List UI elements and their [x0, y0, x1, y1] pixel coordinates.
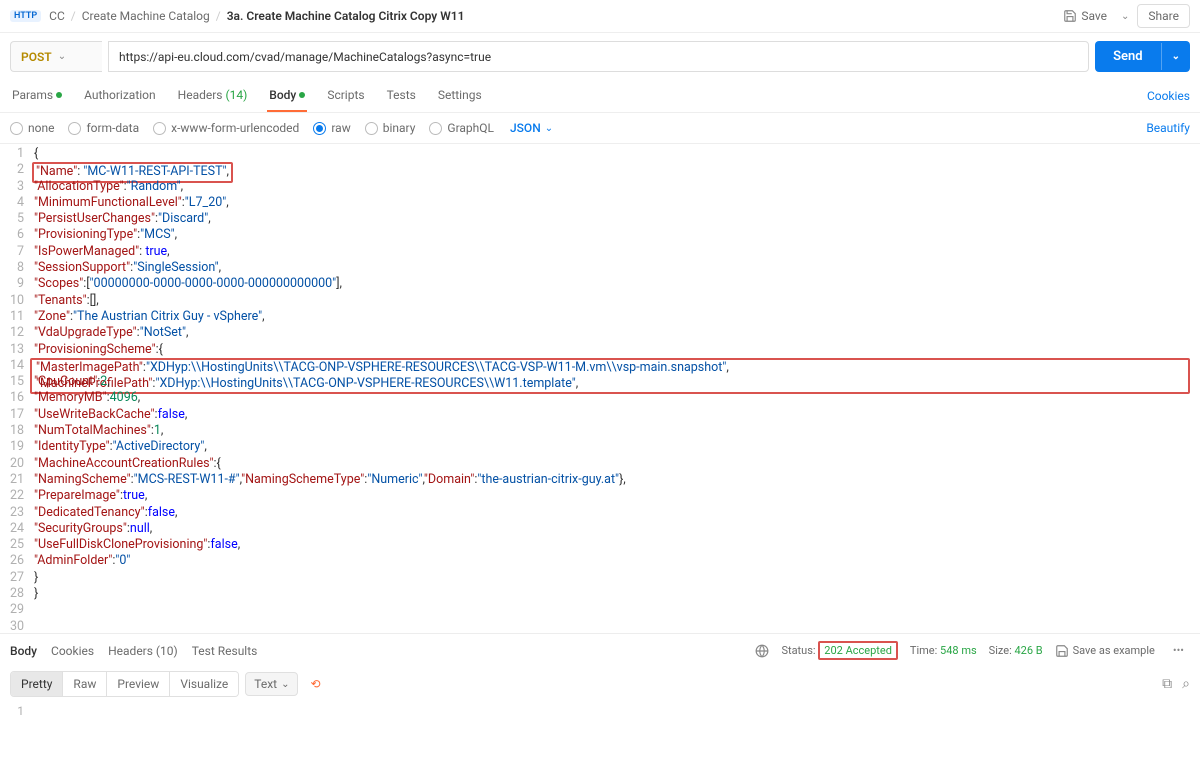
time-label: Time: 548 ms: [910, 644, 977, 657]
globe-icon[interactable]: [755, 644, 769, 658]
crumb-current: 3a. Create Machine Catalog Citrix Copy W…: [227, 9, 465, 23]
response-tabs: Body Cookies Headers (10) Test Results S…: [0, 634, 1200, 667]
resp-tab-body[interactable]: Body: [10, 644, 37, 658]
tab-settings[interactable]: Settings: [436, 80, 484, 112]
radio-none[interactable]: none: [10, 121, 54, 135]
save-button[interactable]: Save: [1057, 5, 1113, 27]
view-raw[interactable]: Raw: [63, 672, 107, 696]
chevron-down-icon: ⌄: [58, 51, 66, 62]
radio-raw[interactable]: raw: [313, 121, 350, 135]
search-icon[interactable]: ⌕: [1182, 676, 1190, 692]
tab-params[interactable]: Params: [10, 80, 64, 112]
request-tabs: Params Authorization Headers (14) Body S…: [0, 80, 1200, 113]
crumb-folder[interactable]: Create Machine Catalog: [82, 9, 210, 23]
more-icon[interactable]: •••: [1167, 640, 1190, 661]
chevron-down-icon: ⌄: [545, 123, 553, 134]
resp-code[interactable]: [34, 703, 1200, 719]
resp-tab-test-results[interactable]: Test Results: [192, 644, 258, 658]
response-toolbar: Pretty Raw Preview Visualize Text⌄ ⟲ ⧉ ⌕: [0, 667, 1200, 701]
editor-code[interactable]: { "Name": "MC-W11-REST-API-TEST", "Alloc…: [34, 146, 1200, 625]
wrap-icon[interactable]: ⟲: [304, 673, 326, 695]
status-value: 202 Accepted: [818, 641, 898, 660]
crumb-sep: /: [71, 9, 76, 23]
http-method-select[interactable]: POST ⌄: [10, 41, 102, 72]
dot-icon: [299, 92, 305, 98]
radio-graphql[interactable]: GraphQL: [429, 121, 494, 135]
tab-scripts[interactable]: Scripts: [325, 80, 366, 112]
url-input[interactable]: [108, 41, 1089, 72]
beautify-link[interactable]: Beautify: [1146, 121, 1190, 135]
send-button[interactable]: Send ⌄: [1095, 41, 1190, 72]
format-select[interactable]: JSON⌄: [510, 121, 553, 135]
tab-body[interactable]: Body: [267, 80, 307, 112]
save-icon: [1055, 644, 1069, 658]
share-button[interactable]: Share: [1137, 4, 1190, 28]
view-preview[interactable]: Preview: [107, 672, 170, 696]
resp-format-select[interactable]: Text⌄: [245, 672, 298, 696]
url-row: POST ⌄ Send ⌄: [0, 33, 1200, 80]
tab-headers[interactable]: Headers (14): [176, 80, 250, 112]
dot-icon: [56, 92, 62, 98]
radio-binary[interactable]: binary: [365, 121, 416, 135]
view-mode-segment: Pretty Raw Preview Visualize: [10, 671, 239, 697]
http-badge: HTTP: [10, 10, 41, 22]
view-pretty[interactable]: Pretty: [11, 672, 63, 696]
crumb-root[interactable]: CC: [49, 9, 65, 23]
copy-icon[interactable]: ⧉: [1162, 676, 1172, 692]
send-dropdown[interactable]: ⌄: [1161, 43, 1190, 70]
radio-formdata[interactable]: form-data: [68, 121, 139, 135]
cookies-link[interactable]: Cookies: [1147, 89, 1190, 103]
resp-tab-headers[interactable]: Headers (10): [108, 644, 178, 658]
tab-authorization[interactable]: Authorization: [82, 80, 158, 112]
save-as-example[interactable]: Save as example: [1055, 644, 1155, 658]
status-label: Status: 202 Accepted: [781, 644, 897, 657]
body-type-row: none form-data x-www-form-urlencoded raw…: [0, 113, 1200, 144]
editor-gutter: 12345678910 11121314151617181920 2122232…: [0, 146, 34, 625]
tab-tests[interactable]: Tests: [385, 80, 418, 112]
breadcrumb: CC / Create Machine Catalog / 3a. Create…: [49, 9, 1057, 23]
response-body[interactable]: 1: [0, 701, 1200, 721]
radio-urlencoded[interactable]: x-www-form-urlencoded: [153, 121, 299, 135]
size-label: Size: 426 B: [989, 644, 1043, 657]
save-icon: [1063, 9, 1077, 23]
crumb-sep: /: [216, 9, 221, 23]
request-body-editor[interactable]: 12345678910 11121314151617181920 2122232…: [0, 144, 1200, 634]
header-bar: HTTP CC / Create Machine Catalog / 3a. C…: [0, 0, 1200, 33]
resp-tab-cookies[interactable]: Cookies: [51, 644, 94, 658]
resp-gutter: 1: [0, 703, 34, 719]
save-chevron[interactable]: ⌄: [1121, 11, 1129, 22]
view-visualize[interactable]: Visualize: [170, 672, 238, 696]
